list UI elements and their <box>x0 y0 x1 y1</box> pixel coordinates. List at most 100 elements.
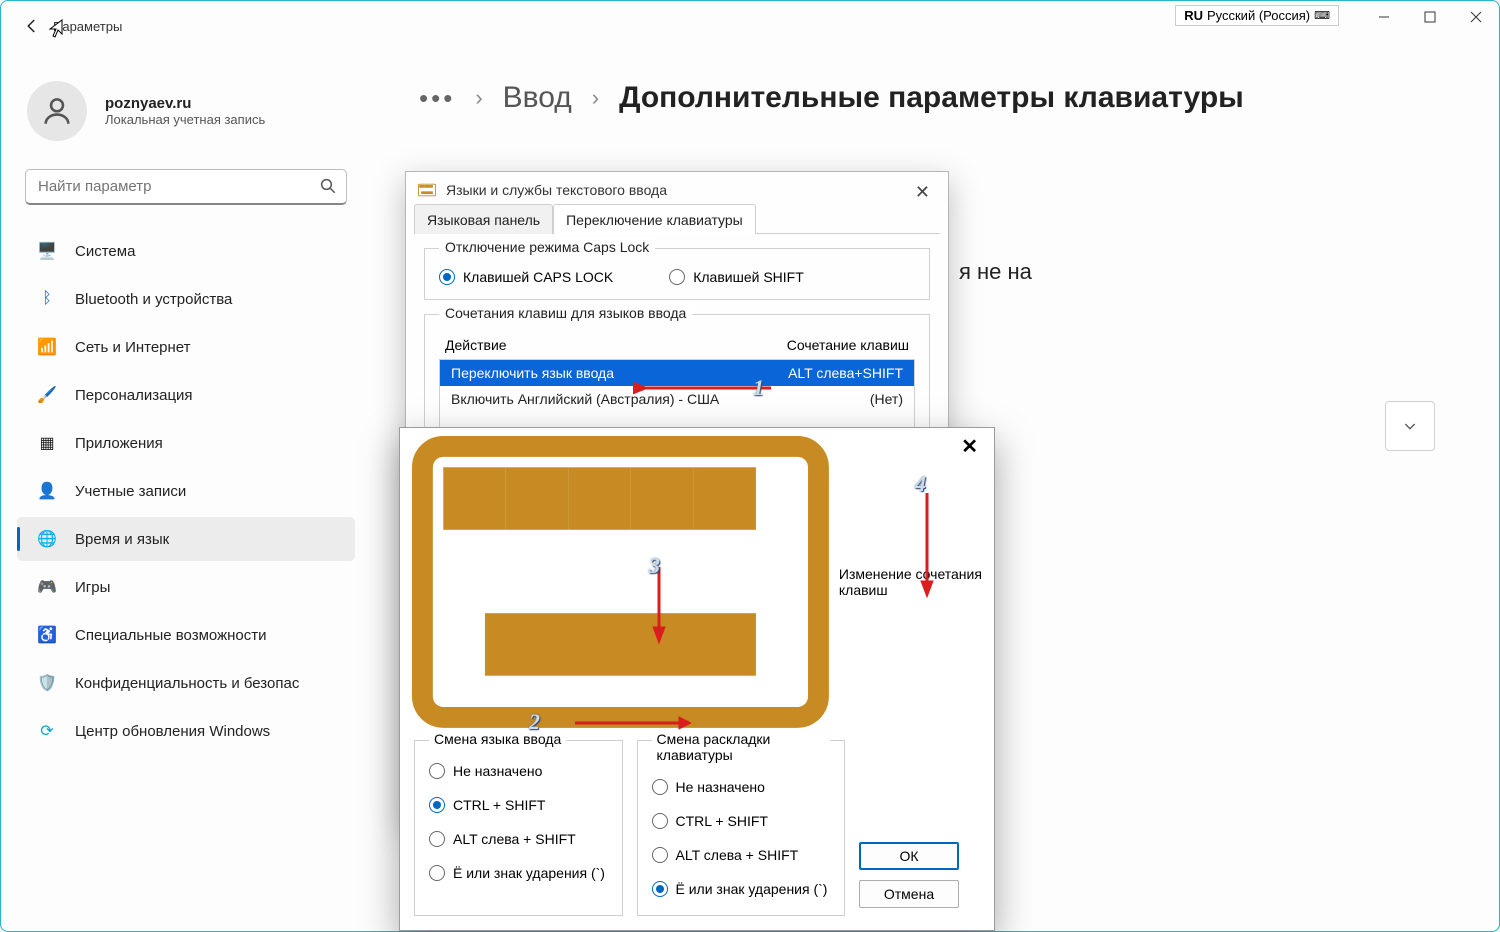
radio-label: CTRL + SHIFT <box>453 797 545 813</box>
keyboard-layout-group: Смена раскладки клавиатуры Не назначено … <box>637 740 846 916</box>
hotkey-row-selected[interactable]: Переключить язык ввода ALT слева+SHIFT <box>440 360 914 386</box>
settings-window: Параметры RU Русский (Россия) ⌨ poznyaev… <box>0 0 1500 932</box>
radio-label: Ё или знак ударения (`) <box>453 865 605 881</box>
radio-off-icon <box>652 813 668 829</box>
row-action: Включить Английский (Австралия) - США <box>451 391 719 407</box>
radio-grave-right[interactable]: Ё или знак ударения (`) <box>652 881 831 897</box>
radio-alt-shift-left[interactable]: ALT слева + SHIFT <box>429 831 608 847</box>
radio-shift[interactable]: Клавишей SHIFT <box>669 269 804 285</box>
nav-personalization[interactable]: 🖌️ Персонализация <box>17 373 355 417</box>
cursor-icon <box>47 19 63 44</box>
avatar <box>27 81 87 141</box>
radio-on-icon <box>439 269 455 285</box>
maximize-button[interactable] <box>1407 1 1453 33</box>
minimize-button[interactable] <box>1361 1 1407 33</box>
nav-label: Время и язык <box>75 531 169 548</box>
chevron-right-icon: › <box>592 85 599 111</box>
nav-label: Игры <box>75 579 110 596</box>
shield-icon: 🛡️ <box>37 673 57 693</box>
radio-label: Клавишей SHIFT <box>693 269 804 285</box>
system-icon: 🖥️ <box>37 241 57 261</box>
globe-icon: 🌐 <box>37 529 57 549</box>
radio-ctrl-shift-right[interactable]: CTRL + SHIFT <box>652 813 831 829</box>
nav-apps[interactable]: ▦ Приложения <box>17 421 355 465</box>
back-button[interactable] <box>13 7 51 45</box>
window-controls <box>1361 1 1499 33</box>
keyboard-icon: ⌨ <box>1314 9 1330 22</box>
radio-off-icon <box>669 269 685 285</box>
close-button[interactable] <box>1453 1 1499 33</box>
nav-label: Bluetooth и устройства <box>75 291 232 308</box>
radio-off-icon <box>429 763 445 779</box>
wifi-icon: 📶 <box>37 337 57 357</box>
radio-grave-left[interactable]: Ё или знак ударения (`) <box>429 865 608 881</box>
nav-label: Сеть и Интернет <box>75 339 191 356</box>
input-language-group: Смена языка ввода Не назначено CTRL + SH… <box>414 740 623 916</box>
nav-time-language[interactable]: 🌐 Время и язык <box>17 517 355 561</box>
radio-label: ALT слева + SHIFT <box>676 847 799 863</box>
radio-off-icon <box>429 865 445 881</box>
lang-text: Русский (Россия) <box>1207 8 1310 23</box>
update-icon: ⟳ <box>37 721 57 741</box>
window-title: Параметры <box>53 19 122 34</box>
nav-accounts[interactable]: 👤 Учетные записи <box>17 469 355 513</box>
dialog2-cancel-button[interactable]: Отмена <box>859 880 959 908</box>
radio-off-icon <box>652 847 668 863</box>
dialog1-tabs: Языковая панель Переключение клавиатуры <box>414 204 940 234</box>
nav-bluetooth[interactable]: ᛒ Bluetooth и устройства <box>17 277 355 321</box>
radio-on-icon <box>429 797 445 813</box>
account-subtitle: Локальная учетная запись <box>105 112 265 127</box>
expander-chevron[interactable] <box>1385 401 1435 451</box>
radio-off-icon <box>652 779 668 795</box>
radio-label: CTRL + SHIFT <box>676 813 768 829</box>
nav-privacy[interactable]: 🛡️Конфиденциальность и безопас <box>17 661 355 705</box>
col-combo: Сочетание клавиш <box>787 337 909 353</box>
search-icon <box>319 177 337 200</box>
brush-icon: 🖌️ <box>37 385 57 405</box>
radio-none-right[interactable]: Не назначено <box>652 779 831 795</box>
nav-network[interactable]: 📶 Сеть и Интернет <box>17 325 355 369</box>
person-icon: 👤 <box>37 481 57 501</box>
lang-code: RU <box>1184 8 1203 23</box>
breadcrumb-level1[interactable]: Ввод <box>503 81 572 115</box>
dialog2-actions: ОК Отмена <box>859 740 980 916</box>
nav-accessibility[interactable]: ♿Специальные возможности <box>17 613 355 657</box>
radio-caps-lock[interactable]: Клавишей CAPS LOCK <box>439 269 613 285</box>
radio-label: Не назначено <box>453 763 542 779</box>
keyboard-icon <box>418 183 436 197</box>
breadcrumb: ••• › Ввод › Дополнительные параметры кл… <box>419 81 1489 115</box>
tab-language-bar[interactable]: Языковая панель <box>414 204 553 234</box>
account-block[interactable]: poznyaev.ru Локальная учетная запись <box>11 73 361 169</box>
dialog2-title: Изменение сочетания клавиш ✕ <box>400 428 994 736</box>
row-combo: ALT слева+SHIFT <box>788 365 903 381</box>
dialog2-ok-button[interactable]: ОК <box>859 842 959 870</box>
language-indicator[interactable]: RU Русский (Россия) ⌨ <box>1175 5 1339 26</box>
dialog2-close-button[interactable]: ✕ <box>955 434 984 459</box>
nav-system[interactable]: 🖥️Система <box>17 229 355 273</box>
apps-icon: ▦ <box>37 433 57 453</box>
breadcrumb-more-icon[interactable]: ••• <box>419 83 455 114</box>
group-legend: Смена раскладки клавиатуры <box>652 731 831 763</box>
radio-none-left[interactable]: Не назначено <box>429 763 608 779</box>
tab-keyboard-switch[interactable]: Переключение клавиатуры <box>553 204 756 234</box>
nav-label: Учетные записи <box>75 483 186 500</box>
dialog1-title: Языки и службы текстового ввода ✕ <box>406 172 948 204</box>
group-legend: Смена языка ввода <box>429 731 566 747</box>
bluetooth-icon: ᛒ <box>37 290 57 308</box>
radio-ctrl-shift-left[interactable]: CTRL + SHIFT <box>429 797 608 813</box>
nav-label: Персонализация <box>75 387 193 404</box>
hotkeys-legend: Сочетания клавиш для языков ввода <box>439 305 692 321</box>
row-combo: (Нет) <box>870 391 903 407</box>
breadcrumb-current: Дополнительные параметры клавиатуры <box>619 81 1244 115</box>
dialog1-title-text: Языки и службы текстового ввода <box>446 182 667 198</box>
nav-windows-update[interactable]: ⟳Центр обновления Windows <box>17 709 355 753</box>
nav-label: Специальные возможности <box>75 627 267 644</box>
capslock-group: Отключение режима Caps Lock Клавишей CAP… <box>424 248 930 300</box>
search-input[interactable] <box>25 169 347 205</box>
nav-gaming[interactable]: 🎮Игры <box>17 565 355 609</box>
col-action: Действие <box>445 337 507 353</box>
nav-label: Приложения <box>75 435 163 452</box>
hotkey-row[interactable]: Включить Английский (Австралия) - США (Н… <box>440 386 914 412</box>
dialog1-close-button[interactable]: ✕ <box>907 180 938 205</box>
radio-alt-shift-right[interactable]: ALT слева + SHIFT <box>652 847 831 863</box>
